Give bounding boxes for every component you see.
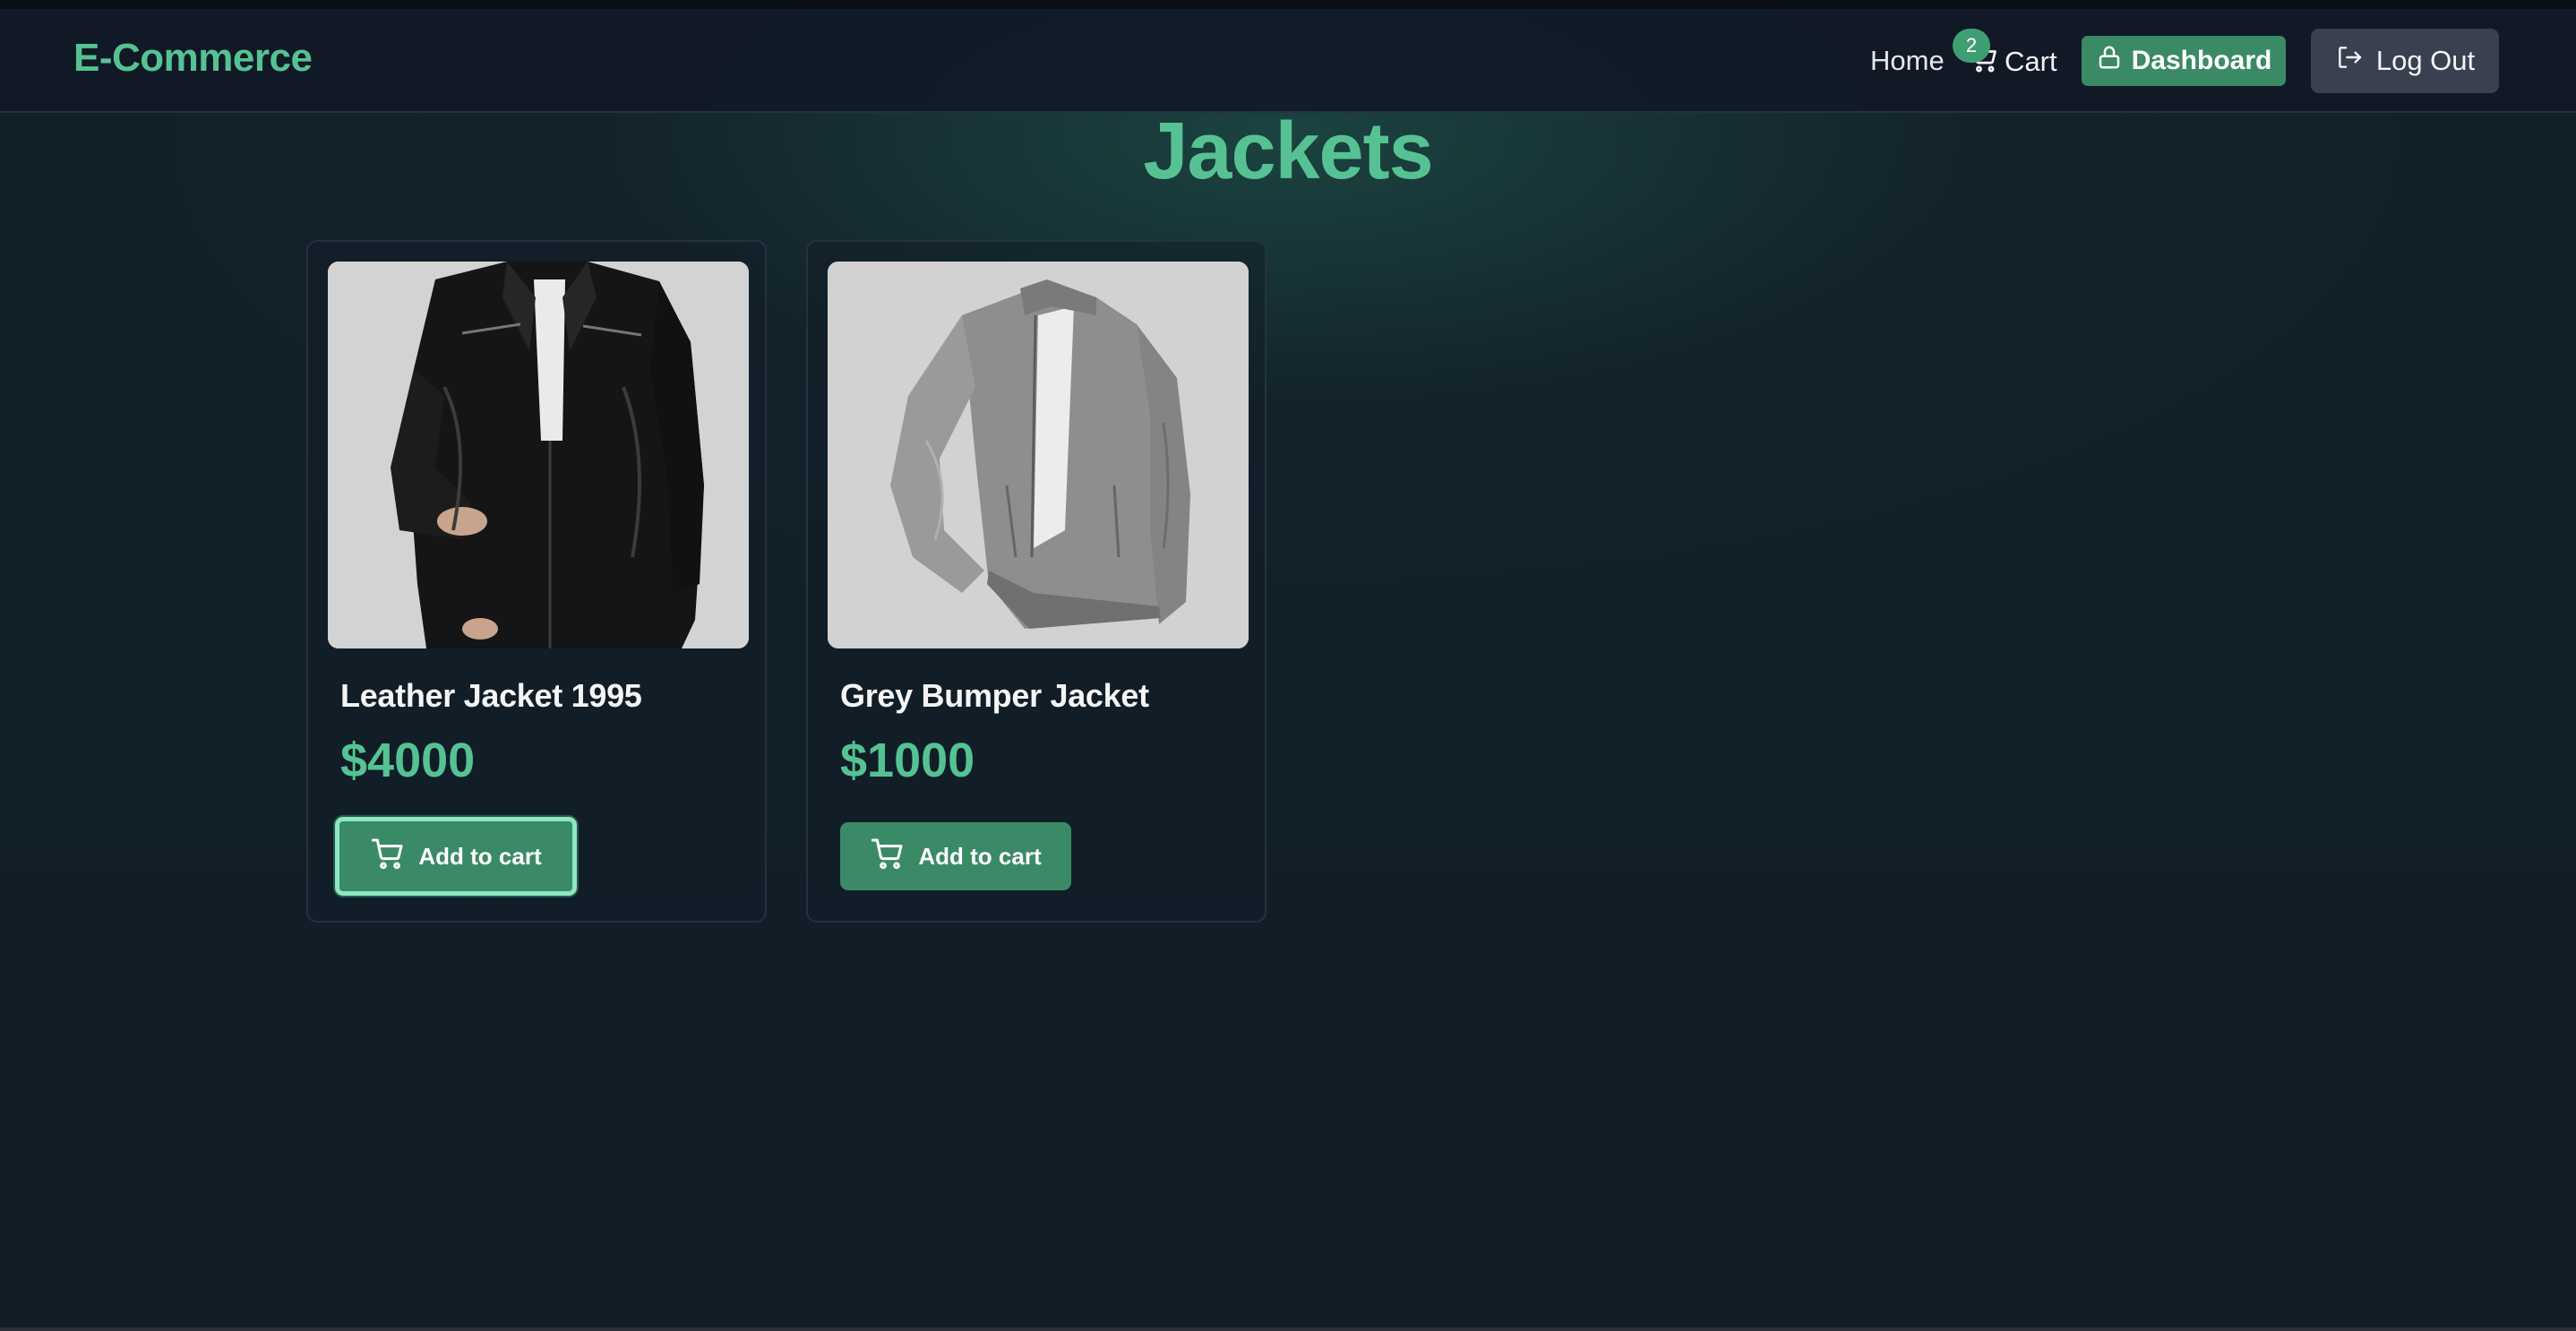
page: E-Commerce Home Cart 2 Dashboard Log Out… [0, 0, 2576, 1331]
logout-button[interactable]: Log Out [2311, 29, 2499, 93]
product-card: Grey Bumper Jacket $1000 Add to cart [806, 240, 1267, 923]
product-card: Leather Jacket 1995 $4000 Add to cart [306, 240, 767, 923]
dashboard-label: Dashboard [2131, 46, 2272, 75]
brand-logo[interactable]: E-Commerce [73, 36, 313, 81]
product-name: Leather Jacket 1995 [340, 677, 642, 714]
add-to-cart-button[interactable]: Add to cart [335, 817, 577, 896]
navbar: E-Commerce Home Cart 2 Dashboard Log Out [0, 9, 2576, 113]
nav-home-link[interactable]: Home [1870, 45, 1945, 77]
grey-jacket-photo-icon [828, 262, 1249, 648]
add-to-cart-label: Add to cart [418, 842, 542, 870]
product-price: $1000 [840, 734, 975, 787]
lock-icon [2096, 44, 2123, 78]
dashboard-button[interactable]: Dashboard [2082, 36, 2286, 86]
leather-jacket-photo-icon [328, 262, 749, 648]
add-to-cart-button[interactable]: Add to cart [840, 822, 1071, 890]
logout-icon [2335, 43, 2364, 79]
product-image[interactable] [328, 262, 749, 648]
logout-label: Log Out [2375, 45, 2476, 76]
product-image[interactable] [828, 262, 1249, 648]
product-price: $4000 [340, 734, 476, 787]
product-name: Grey Bumper Jacket [840, 677, 1149, 714]
cart-icon [870, 836, 906, 878]
nav-cart-label: Cart [2005, 46, 2057, 77]
cart-count-badge: 2 [1953, 29, 1990, 63]
window-bottom-strip [0, 1327, 2576, 1331]
cart-icon [370, 836, 406, 878]
add-to-cart-label: Add to cart [918, 842, 1042, 870]
page-title: Jackets [1143, 107, 1433, 196]
